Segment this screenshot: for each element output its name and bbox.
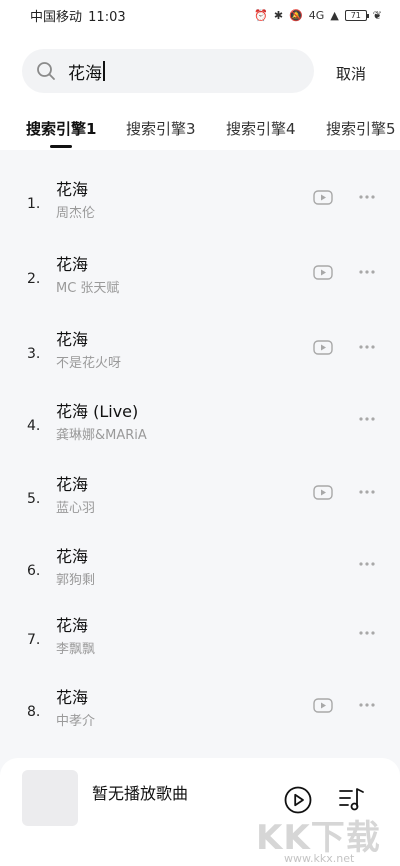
leaf-icon: ❦ — [372, 8, 382, 22]
search-query[interactable]: 花海 — [68, 59, 102, 84]
mv-play-icon[interactable] — [313, 265, 333, 280]
alarm-icon: ⏰ — [254, 8, 268, 22]
list-item[interactable]: 3. 花海 不是花火呀 — [0, 326, 400, 386]
mv-play-icon[interactable] — [313, 698, 333, 713]
song-artist: 郭狗剩 — [56, 573, 96, 588]
watermark: KK下载 www.kkx.net — [250, 810, 400, 866]
mute-icon: 🔕 — [289, 8, 303, 22]
tab-engine-3[interactable]: 搜索引擎3 — [126, 118, 196, 139]
song-title: 花海 — [56, 475, 89, 494]
more-icon[interactable] — [358, 269, 376, 275]
search-header: 花海 取消 搜索引擎1 搜索引擎3 搜索引擎4 搜索引擎5 — [0, 30, 400, 150]
bluetooth-icon: ✱ — [273, 8, 284, 22]
result-index: 7. — [27, 632, 41, 648]
now-playing-label: 暂无播放歌曲 — [92, 784, 189, 803]
song-title: 花海 — [56, 330, 89, 349]
active-tab-indicator — [50, 145, 72, 148]
mv-play-icon[interactable] — [313, 485, 333, 500]
song-artist: 中孝介 — [56, 714, 96, 729]
list-item[interactable]: 7. 花海 李飘飘 — [0, 612, 400, 672]
song-title: 花海 — [56, 255, 89, 274]
more-icon[interactable] — [358, 630, 376, 636]
song-artist: MC 张天赋 — [56, 281, 120, 296]
cancel-button[interactable]: 取消 — [336, 63, 366, 84]
status-right: ⏰ ✱ 🔕 4G ▲ 71 ❦ — [254, 9, 382, 22]
status-bar: 中国移动 11:03 ⏰ ✱ 🔕 4G ▲ 71 ❦ — [0, 0, 400, 30]
text-caret — [103, 61, 105, 81]
song-artist: 蓝心羽 — [56, 501, 96, 516]
list-item[interactable]: 5. 花海 蓝心羽 — [0, 471, 400, 531]
mv-play-icon[interactable] — [313, 190, 333, 205]
search-icon — [37, 62, 55, 80]
more-icon[interactable] — [358, 416, 376, 422]
tab-engine-4[interactable]: 搜索引擎4 — [226, 118, 296, 139]
result-index: 5. — [27, 491, 41, 507]
more-icon[interactable] — [358, 561, 376, 567]
tab-engine-5[interactable]: 搜索引擎5 — [326, 118, 396, 139]
list-item[interactable]: 1. 花海 周杰伦 — [0, 176, 400, 236]
result-index: 6. — [27, 563, 41, 579]
playlist-icon[interactable] — [338, 786, 366, 812]
wifi-icon: ▲ — [330, 8, 339, 22]
mv-play-icon[interactable] — [313, 340, 333, 355]
song-artist: 李飘飘 — [56, 642, 96, 657]
list-item[interactable]: 8. 花海 中孝介 — [0, 684, 400, 744]
list-item[interactable]: 6. 花海 郭狗剩 — [0, 543, 400, 603]
tab-engine-1[interactable]: 搜索引擎1 — [26, 118, 96, 139]
more-icon[interactable] — [358, 489, 376, 495]
more-icon[interactable] — [358, 702, 376, 708]
battery-icon: 71 — [344, 9, 369, 21]
result-index: 3. — [27, 346, 41, 362]
song-title: 花海 (Live) — [56, 402, 139, 421]
status-left: 中国移动 11:03 — [30, 6, 128, 25]
song-title: 花海 — [56, 616, 89, 635]
battery-level: 71 — [350, 10, 361, 20]
network-label: 4G — [308, 8, 325, 22]
song-title: 花海 — [56, 180, 89, 199]
search-input[interactable]: 花海 — [22, 49, 314, 93]
result-index: 4. — [27, 418, 41, 434]
song-artist: 龚琳娜&MARiA — [56, 428, 147, 443]
result-index: 2. — [27, 271, 41, 287]
list-item[interactable]: 2. 花海 MC 张天赋 — [0, 251, 400, 311]
song-title: 花海 — [56, 688, 89, 707]
more-icon[interactable] — [358, 194, 376, 200]
clock: 11:03 — [88, 9, 126, 25]
song-artist: 周杰伦 — [56, 206, 96, 221]
watermark-url: www.kkx.net — [284, 852, 355, 865]
result-index: 8. — [27, 704, 41, 720]
album-cover[interactable] — [22, 770, 78, 826]
song-artist: 不是花火呀 — [56, 356, 122, 371]
list-item[interactable]: 4. 花海 (Live) 龚琳娜&MARiA — [0, 398, 400, 458]
carrier-label: 中国移动 — [30, 9, 83, 25]
song-title: 花海 — [56, 547, 89, 566]
result-index: 1. — [27, 196, 41, 212]
more-icon[interactable] — [358, 344, 376, 350]
